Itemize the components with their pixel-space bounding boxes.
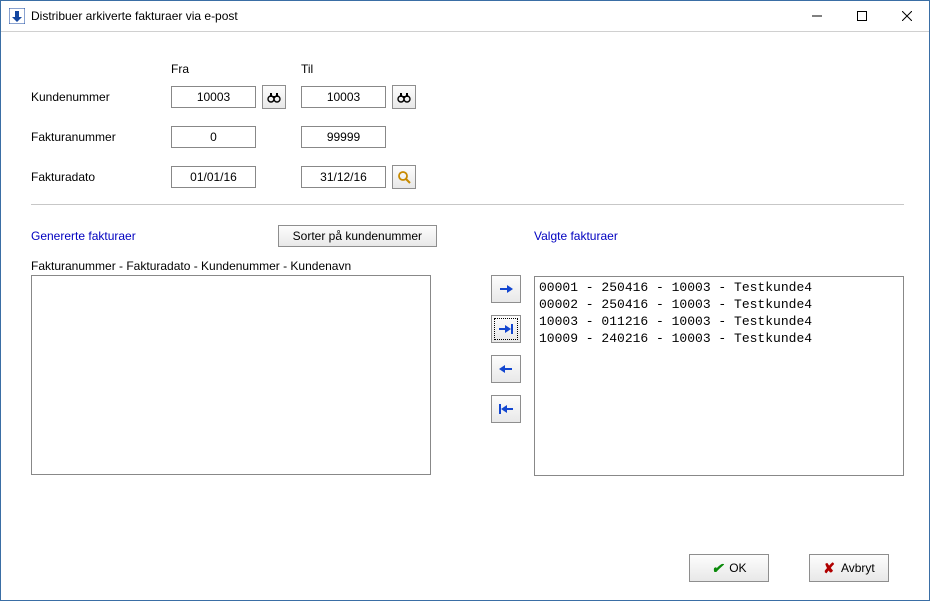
arrow-left-all-icon — [498, 403, 514, 415]
header-fra: Fra — [171, 62, 301, 80]
window-controls — [794, 1, 929, 31]
ok-button-label: OK — [729, 561, 746, 575]
kundenummer-til-input[interactable] — [301, 86, 386, 108]
titlebar: Distribuer arkiverte fakturaer via e-pos… — [1, 1, 929, 32]
selected-invoices-list[interactable]: 00001 - 250416 - 10003 - Testkunde4 0000… — [534, 276, 904, 476]
maximize-button[interactable] — [839, 1, 884, 31]
search-icon — [397, 170, 411, 184]
cancel-button-label: Avbryt — [841, 561, 875, 575]
fakturanummer-til-input[interactable] — [301, 126, 386, 148]
list-caption: Fakturanummer - Fakturadato - Kundenumme… — [31, 259, 477, 273]
lists-section: Genererte fakturaer Sorter på kundenumme… — [31, 223, 904, 476]
kundenummer-fra-input[interactable] — [171, 86, 256, 108]
fakturadato-til-input[interactable] — [301, 166, 386, 188]
label-fakturadato: Fakturadato — [31, 170, 171, 184]
label-fakturanummer: Fakturanummer — [31, 130, 171, 144]
generated-column: Genererte fakturaer Sorter på kundenumme… — [31, 223, 477, 476]
row-fakturanummer: Fakturanummer — [31, 124, 904, 150]
dialog-content: Fra Til Kundenummer — [1, 32, 929, 600]
kundenummer-til-lookup-button[interactable] — [392, 85, 416, 109]
label-kundenummer: Kundenummer — [31, 90, 171, 104]
dialog-window: Distribuer arkiverte fakturaer via e-pos… — [0, 0, 930, 601]
cancel-button[interactable]: ✘ Avbryt — [809, 554, 889, 582]
fakturadato-lookup-button[interactable] — [392, 165, 416, 189]
arrow-right-all-icon — [498, 323, 514, 335]
binoculars-icon — [267, 90, 281, 104]
generated-invoices-list[interactable] — [31, 275, 431, 475]
move-all-left-button[interactable] — [491, 395, 521, 423]
row-fakturadato: Fakturadato — [31, 164, 904, 190]
ok-button[interactable]: ✔ OK — [689, 554, 769, 582]
selected-column: Valgte fakturaer 00001 - 250416 - 10003 … — [534, 223, 904, 476]
transfer-buttons — [477, 223, 534, 476]
binoculars-icon — [397, 90, 411, 104]
minimize-button[interactable] — [794, 1, 839, 31]
move-all-right-button[interactable] — [491, 315, 521, 343]
row-kundenummer: Kundenummer — [31, 84, 904, 110]
sort-button[interactable]: Sorter på kundenummer — [278, 225, 437, 247]
fakturanummer-fra-input[interactable] — [171, 126, 256, 148]
arrow-left-icon — [498, 363, 514, 375]
dialog-footer: ✔ OK ✘ Avbryt — [689, 554, 889, 582]
separator — [31, 204, 904, 205]
app-icon — [9, 8, 25, 24]
label-genererte: Genererte fakturaer — [31, 229, 278, 243]
kundenummer-fra-lookup-button[interactable] — [262, 85, 286, 109]
arrow-right-icon — [498, 283, 514, 295]
move-left-button[interactable] — [491, 355, 521, 383]
close-icon: ✘ — [823, 560, 835, 577]
window-title: Distribuer arkiverte fakturaer via e-pos… — [31, 9, 794, 23]
label-valgte: Valgte fakturaer — [534, 229, 904, 243]
header-til: Til — [301, 62, 431, 80]
close-button[interactable] — [884, 1, 929, 31]
check-icon: ✔ — [711, 560, 723, 577]
filter-column-headers: Fra Til — [31, 62, 904, 80]
fakturadato-fra-input[interactable] — [171, 166, 256, 188]
move-right-button[interactable] — [491, 275, 521, 303]
